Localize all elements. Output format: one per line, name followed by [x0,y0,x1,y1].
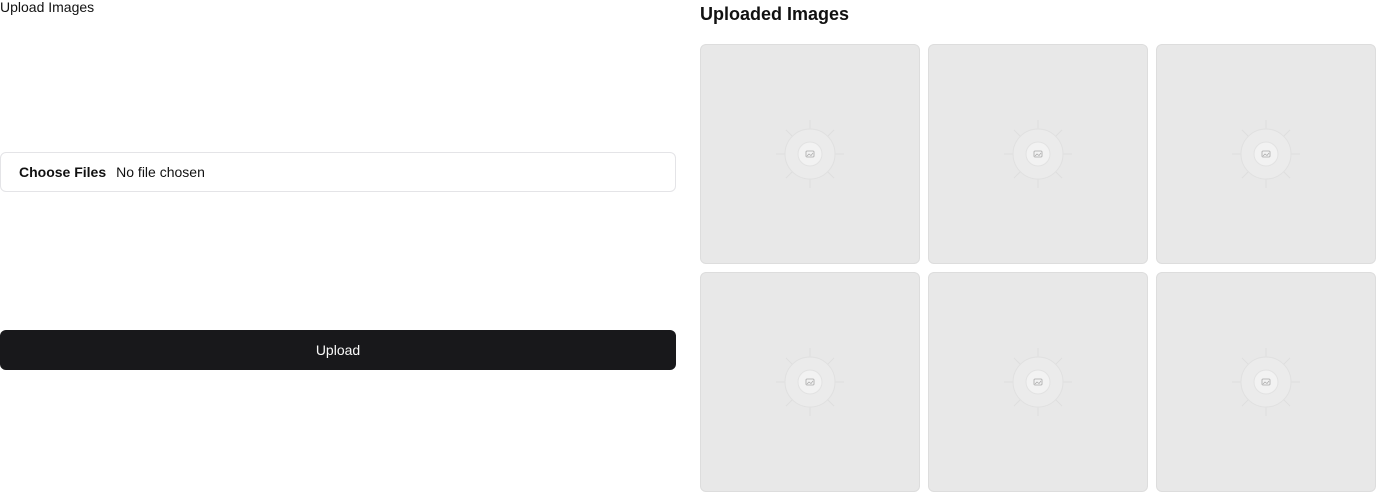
uploaded-image-tile[interactable] [700,44,920,264]
image-placeholder-icon [1232,120,1300,188]
upload-button[interactable]: Upload [0,330,676,370]
uploaded-image-tile[interactable] [928,272,1148,492]
image-placeholder-icon [776,348,844,416]
gallery-title: Uploaded Images [700,4,850,24]
image-placeholder-icon [1004,348,1072,416]
image-placeholder-icon [1004,120,1072,188]
image-placeholder-icon [1232,348,1300,416]
upload-form: Upload Images Choose Files No file chose… [0,0,676,492]
upload-button-label: Upload [315,342,361,358]
uploaded-image-tile[interactable] [700,272,920,492]
choose-files-button[interactable]: Choose Files [19,164,106,180]
upload-label: Upload Images [0,0,95,15]
uploaded-images-gallery: Uploaded Images [700,0,1376,492]
file-input[interactable]: Choose Files No file chosen [0,152,676,192]
page-root: Upload Images Choose Files No file chose… [0,0,1376,492]
uploaded-image-tile[interactable] [1156,272,1376,492]
image-grid [700,44,1376,492]
uploaded-image-tile[interactable] [928,44,1148,264]
image-placeholder-icon [776,120,844,188]
file-status-text: No file chosen [116,164,205,180]
uploaded-image-tile[interactable] [1156,44,1376,264]
